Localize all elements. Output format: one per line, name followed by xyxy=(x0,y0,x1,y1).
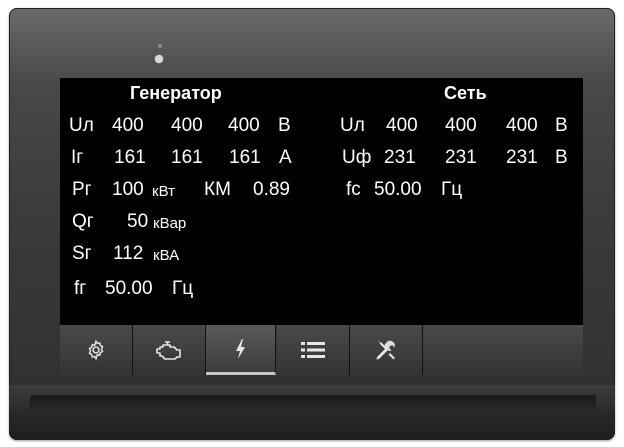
gen-qg-unit: кВар xyxy=(153,215,187,232)
gen-pg-value: 100 xyxy=(112,179,144,200)
gen-fg-value: 50.00 xyxy=(105,278,153,299)
gen-ul-unit: В xyxy=(278,115,291,136)
tools-button[interactable] xyxy=(350,325,423,375)
settings-button[interactable] xyxy=(60,325,133,375)
gen-sg-unit: кВА xyxy=(153,247,180,264)
net-ul-value-2: 400 xyxy=(445,115,477,136)
gen-qg-label: Qг xyxy=(72,211,94,232)
gen-fg-label: fг xyxy=(74,278,87,299)
net-uf-value-2: 231 xyxy=(445,147,477,168)
gen-fg-unit: Гц xyxy=(172,278,194,299)
net-ul-unit: В xyxy=(555,115,568,136)
gen-km-value: 0.89 xyxy=(253,179,290,200)
gen-pg-label: Pг xyxy=(72,179,92,200)
lightning-icon xyxy=(235,338,245,359)
net-uf-label: Uф xyxy=(342,147,372,168)
status-led-icon xyxy=(158,44,162,48)
net-fc-value: 50.00 xyxy=(374,179,422,200)
gen-ig-unit: А xyxy=(279,147,292,168)
list-icon xyxy=(301,342,325,358)
network-title: Сеть xyxy=(444,83,487,103)
gen-ig-value-2: 161 xyxy=(171,147,203,168)
net-ul-label: Uл xyxy=(340,115,365,136)
net-uf-value-1: 231 xyxy=(384,147,416,168)
net-ul-value-1: 400 xyxy=(386,115,418,136)
net-uf-unit: В xyxy=(555,147,568,168)
gear-icon xyxy=(88,339,104,361)
gen-ig-label: Iг xyxy=(71,147,84,168)
gen-ig-value-1: 161 xyxy=(114,147,146,168)
gen-km-label: КМ xyxy=(204,179,231,200)
gen-sg-value: 112 xyxy=(113,243,144,264)
gen-ul-value-1: 400 xyxy=(112,115,144,136)
gen-ul-value-2: 400 xyxy=(171,115,203,136)
gen-pg-unit: кВт xyxy=(152,183,175,200)
device-bottom-strip xyxy=(30,395,596,413)
gen-ul-label: Uл xyxy=(69,115,94,136)
generator-title: Генератор xyxy=(130,83,222,103)
net-fc-label: fc xyxy=(346,179,361,200)
list-button[interactable] xyxy=(277,325,350,375)
gen-ig-value-3: 161 xyxy=(229,147,261,168)
net-ul-value-3: 400 xyxy=(506,115,538,136)
electrical-button[interactable] xyxy=(206,325,276,375)
gen-sg-label: Sг xyxy=(72,243,92,264)
hmi-screen: Генератор Uл 400 400 400 В Iг 161 161 16… xyxy=(60,78,583,375)
engine-icon xyxy=(156,341,181,360)
engine-button[interactable] xyxy=(133,325,206,375)
net-uf-value-3: 231 xyxy=(506,147,538,168)
tools-icon xyxy=(376,340,395,360)
gen-qg-value: 50 xyxy=(127,211,149,232)
bottom-toolbar xyxy=(60,325,583,375)
gen-ul-value-3: 400 xyxy=(228,115,260,136)
power-led-icon xyxy=(155,55,163,63)
toolbar-empty-slot xyxy=(423,325,583,375)
net-fc-unit: Гц xyxy=(441,179,463,200)
